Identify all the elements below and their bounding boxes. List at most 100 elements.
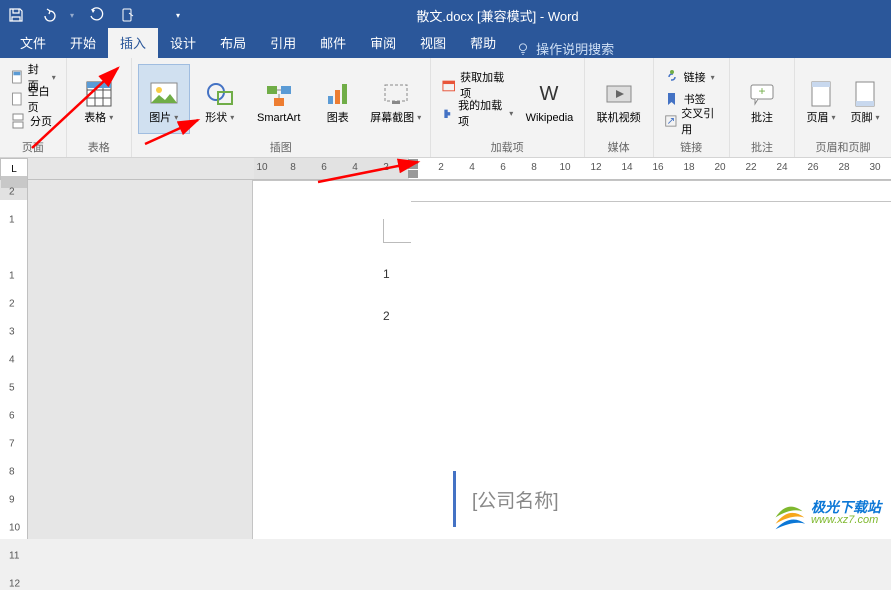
ruler-tick: 2: [438, 162, 444, 173]
link-icon: [664, 69, 680, 85]
watermark-url: www.xz7.com: [811, 515, 881, 527]
tab-references[interactable]: 引用: [258, 28, 308, 58]
ruler-tick: 8: [9, 467, 15, 478]
tab-help[interactable]: 帮助: [458, 28, 508, 58]
group-illustrations: 图片▾ 形状▾ SmartArt 图表 屏幕截图▾ 插图: [132, 58, 431, 157]
crossref-icon: [664, 113, 678, 129]
tab-review[interactable]: 审阅: [358, 28, 408, 58]
group-addins: 获取加载项 我的加载项▾ W Wikipedia 加载项: [431, 58, 585, 157]
group-label-addins: 加载项: [491, 141, 524, 157]
text-cursor-area[interactable]: [383, 219, 411, 243]
group-label-links: 链接: [680, 141, 702, 157]
ruler-tick: 8: [531, 162, 537, 173]
horizontal-ruler[interactable]: 10864224681012141618202224262830: [254, 158, 891, 179]
ruler-tick: 7: [9, 439, 15, 450]
blank-page-button[interactable]: 空白页: [6, 88, 60, 110]
ruler-tick: 12: [590, 162, 601, 173]
ruler-tick: 10: [559, 162, 570, 173]
watermark-title: 极光下载站: [811, 500, 881, 515]
screenshot-button[interactable]: 屏幕截图▾: [368, 64, 424, 134]
hyperlink-button[interactable]: 链接▾: [660, 66, 723, 88]
cross-reference-button[interactable]: 交叉引用: [660, 110, 723, 132]
ruler-tick: 16: [652, 162, 663, 173]
footer-icon: [849, 78, 881, 110]
my-addins-button[interactable]: 我的加载项▾: [437, 102, 518, 124]
ruler-tick: 10: [9, 523, 20, 534]
ruler-tick: 26: [807, 162, 818, 173]
ruler-row: L 10864224681012141618202224262830: [0, 158, 891, 180]
group-label-tables: 表格: [88, 141, 110, 157]
ruler-tick: 24: [776, 162, 787, 173]
ruler-tick: 2: [9, 299, 15, 310]
lightbulb-icon: [516, 42, 530, 56]
wikipedia-button[interactable]: W Wikipedia: [521, 64, 577, 134]
ruler-tick: 18: [683, 162, 694, 173]
ruler-tick: 6: [9, 411, 15, 422]
group-comments: + 批注 批注: [730, 58, 795, 157]
svg-text:W: W: [540, 83, 559, 105]
store-icon: [441, 77, 456, 93]
bookmark-icon: [664, 91, 680, 107]
ruler-tick: 3: [9, 327, 15, 338]
document-page: 1 2 [公司名称]: [252, 180, 891, 539]
ruler-tick: 28: [838, 162, 849, 173]
shapes-icon: [204, 78, 236, 110]
cover-page-icon: [10, 69, 24, 85]
ruler-tick: 4: [352, 162, 358, 173]
redo-icon[interactable]: [86, 5, 106, 25]
table-button[interactable]: 表格▾: [73, 64, 125, 134]
ruler-tick: 6: [500, 162, 506, 173]
ruler-tick: 14: [621, 162, 632, 173]
ruler-tick: 1: [9, 271, 15, 282]
chart-icon: [322, 78, 354, 110]
undo-icon[interactable]: [38, 5, 58, 25]
save-icon[interactable]: [6, 5, 26, 25]
edit-area: 21123456789101112 1 2 [公司名称]: [0, 180, 891, 539]
ruler-tick: 22: [745, 162, 756, 173]
ruler-tick: 30: [869, 162, 880, 173]
online-video-button[interactable]: 联机视频: [591, 64, 647, 134]
menu-bar: 文件 开始 插入 设计 布局 引用 邮件 审阅 视图 帮助 操作说明搜索: [0, 30, 891, 58]
group-label-comments: 批注: [751, 141, 773, 157]
pictures-button[interactable]: 图片▾: [138, 64, 190, 134]
ruler-tick: 9: [9, 495, 15, 506]
header-button[interactable]: 页眉▾: [801, 64, 841, 134]
comment-button[interactable]: + 批注: [736, 64, 788, 134]
ruler-tick: 2: [383, 162, 389, 173]
tell-me-search[interactable]: 操作说明搜索: [516, 39, 614, 58]
watermark-logo-icon: [771, 495, 807, 531]
smartart-button[interactable]: SmartArt: [250, 64, 308, 134]
watermark: 极光下载站 www.xz7.com: [771, 495, 881, 531]
title-bar: ▾ ▾ 散文.docx [兼容模式] - Word: [0, 0, 891, 30]
tab-mailings[interactable]: 邮件: [308, 28, 358, 58]
group-label-headerfooter: 页眉和页脚: [815, 141, 870, 157]
screenshot-icon: [380, 78, 412, 110]
get-addins-button[interactable]: 获取加载项: [437, 74, 518, 96]
document-viewport[interactable]: 1 2 [公司名称]: [28, 180, 891, 539]
comment-icon: +: [746, 78, 778, 110]
group-label-illustrations: 插图: [270, 141, 292, 157]
ruler-tick: 20: [714, 162, 725, 173]
tab-design[interactable]: 设计: [158, 28, 208, 58]
tab-insert[interactable]: 插入: [108, 28, 158, 58]
vertical-ruler[interactable]: 21123456789101112: [0, 180, 28, 539]
tab-view[interactable]: 视图: [408, 28, 458, 58]
addins-icon: [441, 105, 454, 121]
footer-button[interactable]: 页脚▾: [845, 64, 885, 134]
touch-mode-icon[interactable]: [118, 5, 138, 25]
tab-file[interactable]: 文件: [8, 28, 58, 58]
ruler-tick: 4: [9, 355, 15, 366]
ruler-tick: 5: [9, 383, 15, 394]
quick-access-toolbar: ▾ ▾: [6, 5, 180, 25]
group-headerfooter: 页眉▾ 页脚▾ 页眉和页脚: [795, 58, 891, 157]
header-icon: [805, 78, 837, 110]
group-media: 联机视频 媒体: [585, 58, 654, 157]
dropdown-arrow-icon[interactable]: ▾: [70, 11, 74, 20]
page-break-button[interactable]: 分页: [6, 110, 60, 132]
ruler-tick: 10: [256, 162, 267, 173]
paragraph-2: 2: [383, 309, 390, 323]
shapes-button[interactable]: 形状▾: [194, 64, 246, 134]
tab-home[interactable]: 开始: [58, 28, 108, 58]
tab-layout[interactable]: 布局: [208, 28, 258, 58]
chart-button[interactable]: 图表: [312, 64, 364, 134]
